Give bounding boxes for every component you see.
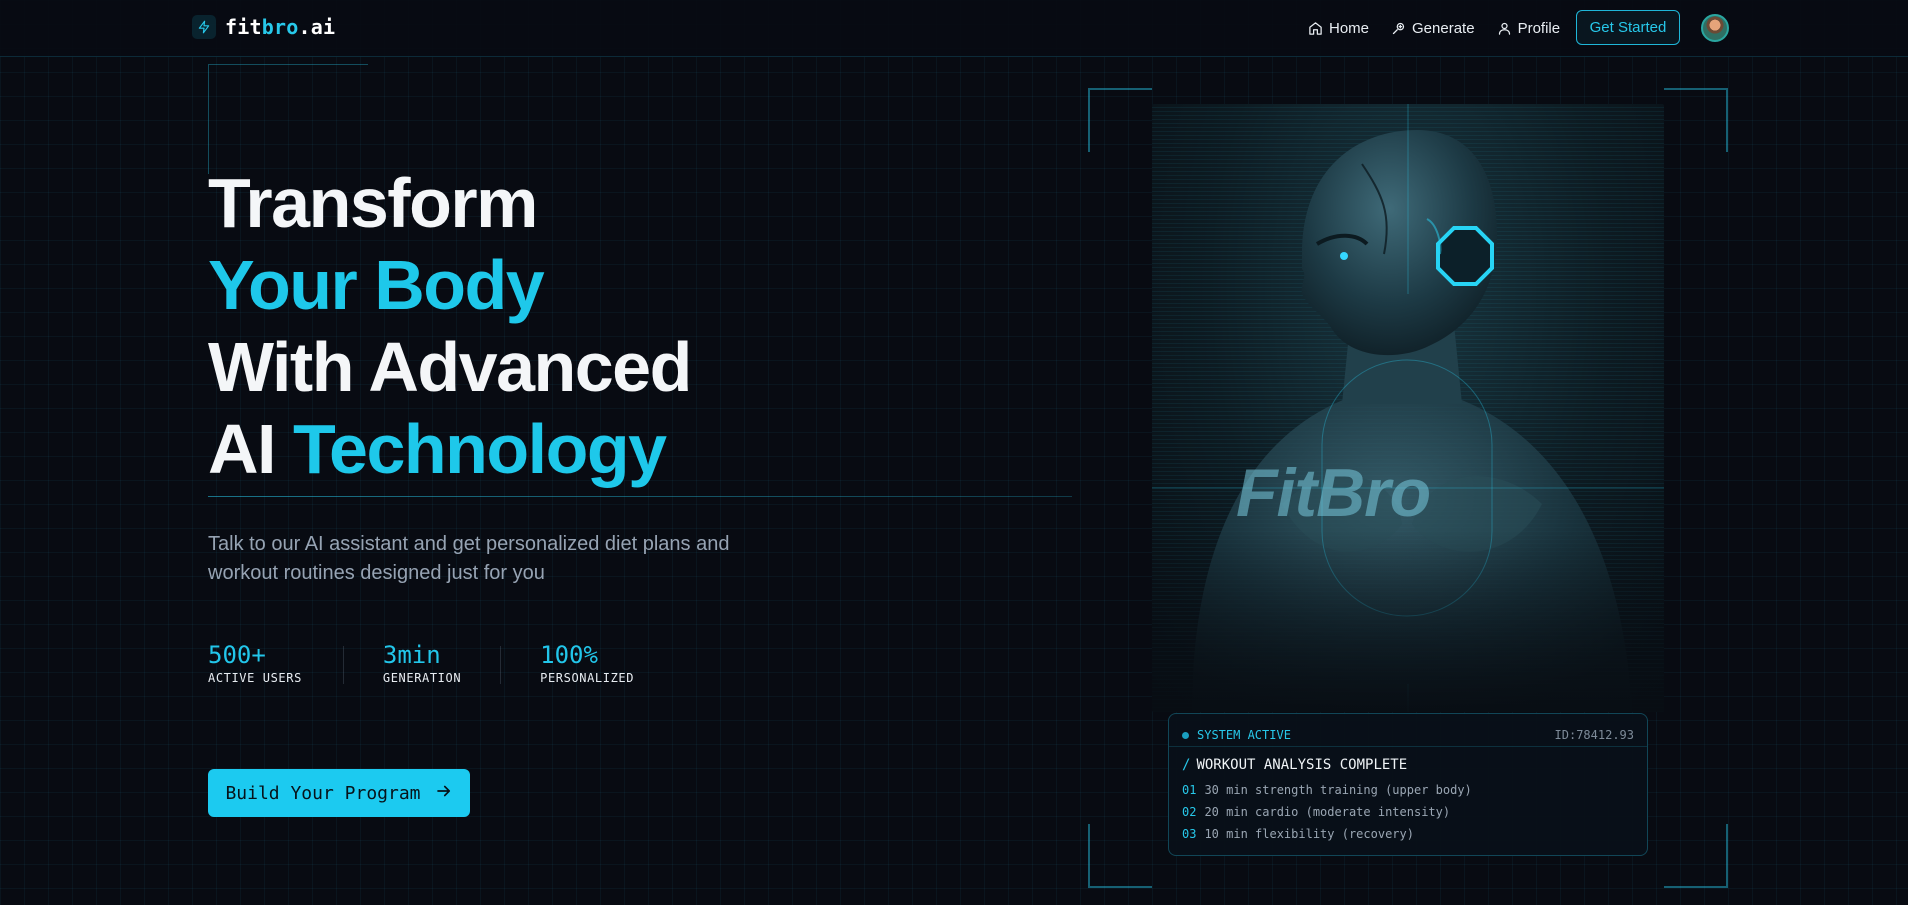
stat-divider — [500, 646, 502, 684]
nav-link-home[interactable]: Home — [1308, 20, 1369, 37]
stat-label: PERSONALIZED — [540, 671, 635, 685]
stat-label: ACTIVE USERS — [208, 671, 302, 685]
logo[interactable]: fitbro.ai — [192, 15, 335, 39]
status-card: SYSTEM ACTIVE ID:78412.93 /WORKOUT ANALY… — [1168, 713, 1648, 856]
user-icon — [1497, 21, 1512, 36]
zap-logo-icon — [192, 15, 216, 39]
status-dot-icon — [1182, 731, 1189, 739]
status-card-item: 02 20 min cardio (moderate intensity) — [1182, 805, 1451, 819]
hero-divider — [208, 496, 1072, 497]
frame-corner-top-left — [1088, 88, 1152, 152]
status-card-item: 01 30 min strength training (upper body) — [1182, 783, 1472, 797]
hero-image: FitBro — [1152, 104, 1664, 712]
nav-link-generate[interactable]: Generate — [1391, 20, 1475, 37]
hero-subtitle: Talk to our AI assistant and get persona… — [208, 533, 730, 584]
home-icon — [1308, 21, 1323, 36]
stat-value: 100% — [540, 641, 598, 669]
robot-figure-illustration — [1152, 104, 1664, 712]
frame-corner-bottom-right — [1664, 824, 1728, 888]
stat-value: 3min — [382, 641, 441, 669]
nav-links: Home Generate Profile — [1308, 0, 1582, 56]
frame-corner-bottom-left — [1088, 824, 1152, 888]
hero-title-line-1: Transform — [208, 164, 538, 242]
stat-generation: 3min GENERATION — [383, 640, 461, 685]
stat-active-users: 500+ ACTIVE USERS — [208, 640, 302, 685]
status-card-item: 03 10 min flexibility (recovery) — [1182, 827, 1414, 841]
status-card-divider — [1169, 746, 1647, 747]
zap-icon — [1391, 21, 1406, 36]
nav-link-label: Generate — [1412, 19, 1475, 37]
hero-title-line-3: With Advanced — [208, 328, 692, 406]
hero-title-line-4: AI Technology — [208, 410, 667, 488]
fitbro-watermark: FitBro — [1236, 455, 1431, 531]
status-card-title: / WORKOUT ANALYSIS COMPLETE — [1182, 757, 1408, 773]
status-card-header: SYSTEM ACTIVE ID:78412.93 — [1182, 727, 1634, 743]
build-program-label: Build Your Program — [225, 782, 421, 804]
avatar[interactable] — [1701, 14, 1729, 42]
logo-text: fitbro.ai — [225, 15, 336, 39]
build-program-button[interactable]: Build Your Program — [208, 769, 470, 817]
stat-value: 500+ — [208, 641, 266, 669]
top-nav: fitbro.ai Home Generate Profile Get Star… — [0, 0, 1908, 57]
nav-link-label: Profile — [1517, 19, 1561, 37]
stat-divider — [342, 646, 344, 684]
arrow-right-icon — [435, 782, 453, 805]
stat-label: GENERATION — [382, 671, 462, 685]
stat-personalized: 100% PERSONALIZED — [540, 640, 634, 685]
get-started-button[interactable]: Get Started — [1576, 10, 1680, 45]
status-id: ID:78412.93 — [1554, 728, 1634, 742]
hero-title-line-2: Your Body — [208, 246, 545, 324]
decorative-corner — [208, 64, 368, 174]
nav-link-profile[interactable]: Profile — [1497, 19, 1561, 37]
hero-title: Transform Your Body With Advanced AI Tec… — [208, 162, 692, 490]
stats-row: 500+ ACTIVE USERS 3min GENERATION 100% P… — [208, 640, 634, 685]
nav-link-label: Home — [1329, 19, 1370, 37]
frame-corner-top-right — [1664, 88, 1728, 152]
status-text: SYSTEM ACTIVE — [1197, 728, 1291, 742]
